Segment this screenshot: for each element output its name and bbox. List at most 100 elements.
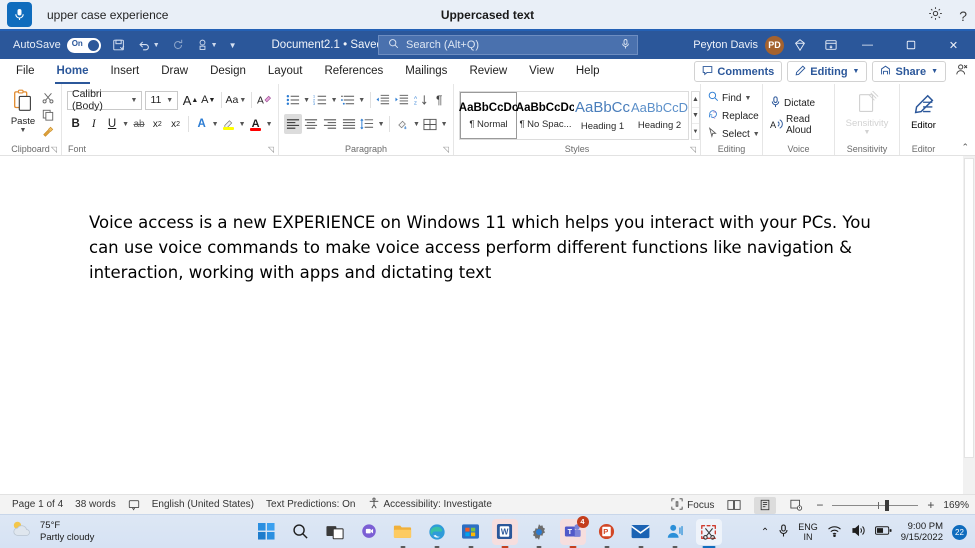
multilevel-list-icon[interactable]	[339, 90, 357, 110]
chevron-down-icon[interactable]: ▼	[265, 121, 273, 128]
chevron-down-icon[interactable]: ▼	[358, 97, 366, 104]
font-size-select[interactable]: 11 ▼	[145, 90, 179, 110]
align-center-icon[interactable]	[303, 114, 321, 134]
search-input[interactable]: Search (Alt+Q)	[378, 35, 638, 55]
styles-scroll-up[interactable]: ▲	[692, 92, 699, 108]
shading-icon[interactable]	[394, 114, 412, 134]
line-spacing-icon[interactable]	[359, 114, 377, 134]
bold-button[interactable]: B	[67, 114, 84, 134]
increase-indent-icon[interactable]	[393, 90, 411, 110]
help-icon[interactable]: ?	[959, 8, 967, 24]
change-case-button[interactable]: Aa ▼	[226, 90, 248, 110]
show-hidden-icons-icon[interactable]: ⌃	[761, 527, 769, 538]
share-button[interactable]: Share ▼	[872, 61, 946, 82]
decrease-indent-icon[interactable]	[375, 90, 393, 110]
editing-mode-button[interactable]: Editing ▼	[787, 61, 868, 82]
tab-draw[interactable]: Draw	[150, 59, 199, 84]
sensitivity-button[interactable]: Sensitivity ▼	[846, 89, 888, 136]
sort-icon[interactable]: A Z	[412, 90, 430, 110]
touch-mode-icon[interactable]: ▼	[196, 38, 218, 52]
tab-layout[interactable]: Layout	[257, 59, 314, 84]
read-aloud-button[interactable]: A Read Aloud	[768, 114, 829, 136]
word-count[interactable]: 38 words	[75, 499, 116, 510]
styles-scroll-down[interactable]: ▼	[692, 108, 699, 124]
highlight-icon[interactable]	[220, 114, 237, 134]
tab-insert[interactable]: Insert	[99, 59, 150, 84]
dialog-launcher-icon[interactable]: ◹	[51, 145, 57, 154]
chevron-down-icon[interactable]: ▼	[122, 121, 130, 128]
focus-button[interactable]: Focus	[671, 497, 714, 513]
microsoft-store-button[interactable]	[458, 519, 484, 548]
find-button[interactable]: Find ▼	[706, 89, 757, 107]
maximize-button[interactable]	[889, 31, 932, 59]
autosave-toggle[interactable]: On	[66, 37, 101, 53]
underline-button[interactable]: U	[103, 114, 120, 134]
wifi-icon[interactable]	[827, 525, 842, 540]
vertical-scrollbar[interactable]	[963, 156, 975, 494]
italic-button[interactable]: I	[85, 114, 102, 134]
zoom-slider[interactable]	[832, 499, 919, 511]
style-normal[interactable]: AaBbCcDc ¶ Normal	[459, 92, 518, 139]
customize-quick-access-icon[interactable]: ▼	[229, 41, 237, 50]
document-page[interactable]: Voice access is a new EXPERIENCE on Wind…	[0, 156, 963, 494]
font-family-select[interactable]: Calibri (Body) ▼	[67, 88, 143, 112]
notification-center-button[interactable]: 22	[952, 524, 967, 540]
zoom-out-button[interactable]: −	[816, 498, 823, 512]
accessibility-status[interactable]: Accessibility: Investigate	[368, 497, 492, 512]
bullets-icon[interactable]	[284, 90, 302, 110]
powerpoint-button[interactable]: P	[594, 519, 620, 548]
file-explorer-button[interactable]	[390, 519, 416, 548]
gear-icon[interactable]	[928, 6, 943, 26]
search-button[interactable]	[288, 519, 314, 545]
shrink-font-button[interactable]: A ▼	[200, 90, 217, 110]
dialog-launcher-icon[interactable]: ◹	[690, 145, 696, 154]
strikethrough-button[interactable]: ab	[130, 114, 147, 134]
superscript-button[interactable]: x2	[167, 114, 184, 134]
grow-font-button[interactable]: A ▲	[182, 90, 199, 110]
scissors-icon[interactable]	[39, 90, 56, 105]
dialog-launcher-icon[interactable]: ◹	[268, 145, 274, 154]
mail-button[interactable]	[628, 519, 654, 548]
tab-view[interactable]: View	[518, 59, 565, 84]
teams-button[interactable]: T 4	[559, 515, 589, 548]
read-mode-icon[interactable]	[723, 497, 745, 514]
print-layout-icon[interactable]	[754, 496, 777, 514]
settings-button[interactable]	[526, 519, 552, 548]
tab-design[interactable]: Design	[199, 59, 257, 84]
style-heading-1[interactable]: AaBbCc Heading 1	[574, 92, 631, 139]
style-no-spacing[interactable]: AaBbCcDc ¶ No Spac...	[516, 92, 575, 139]
tab-home[interactable]: Home	[46, 59, 100, 84]
copy-icon[interactable]	[39, 107, 56, 122]
word-button[interactable]: W	[491, 518, 518, 548]
task-view-button[interactable]	[322, 519, 348, 545]
voice-access-button[interactable]	[662, 519, 688, 548]
start-button[interactable]	[254, 519, 280, 545]
save-icon[interactable]	[112, 38, 126, 52]
font-color-button[interactable]: A	[247, 114, 264, 134]
editor-button[interactable]: Editor	[911, 91, 937, 131]
close-button[interactable]: ✕	[932, 31, 975, 59]
ribbon-display-options-icon[interactable]	[815, 31, 846, 59]
undo-icon[interactable]: ▼	[137, 38, 160, 52]
proofing-errors-icon[interactable]	[128, 499, 140, 511]
page-info[interactable]: Page 1 of 4	[12, 499, 63, 510]
minimize-button[interactable]: —	[846, 31, 889, 59]
microphone-icon[interactable]	[778, 523, 789, 541]
format-painter-icon[interactable]	[39, 124, 56, 139]
chevron-down-icon[interactable]: ▼	[330, 97, 338, 104]
dialog-launcher-icon[interactable]: ◹	[443, 145, 449, 154]
chevron-down-icon[interactable]: ▼	[413, 121, 421, 128]
replace-button[interactable]: b c Replace	[706, 107, 759, 125]
tab-mailings[interactable]: Mailings	[394, 59, 458, 84]
text-predictions-status[interactable]: Text Predictions: On	[266, 499, 355, 510]
document-body-text[interactable]: Voice access is a new EXPERIENCE on Wind…	[89, 210, 889, 285]
battery-icon[interactable]	[874, 525, 892, 539]
align-left-icon[interactable]	[284, 114, 302, 134]
pilcrow-icon[interactable]: ¶	[430, 90, 448, 110]
chevron-down-icon[interactable]: ▼	[303, 97, 311, 104]
tab-file[interactable]: File	[5, 59, 46, 84]
borders-icon[interactable]	[421, 114, 439, 134]
dictate-button[interactable]: Dictate	[768, 94, 829, 112]
redo-icon[interactable]	[171, 38, 185, 52]
comments-button[interactable]: Comments	[694, 61, 783, 82]
